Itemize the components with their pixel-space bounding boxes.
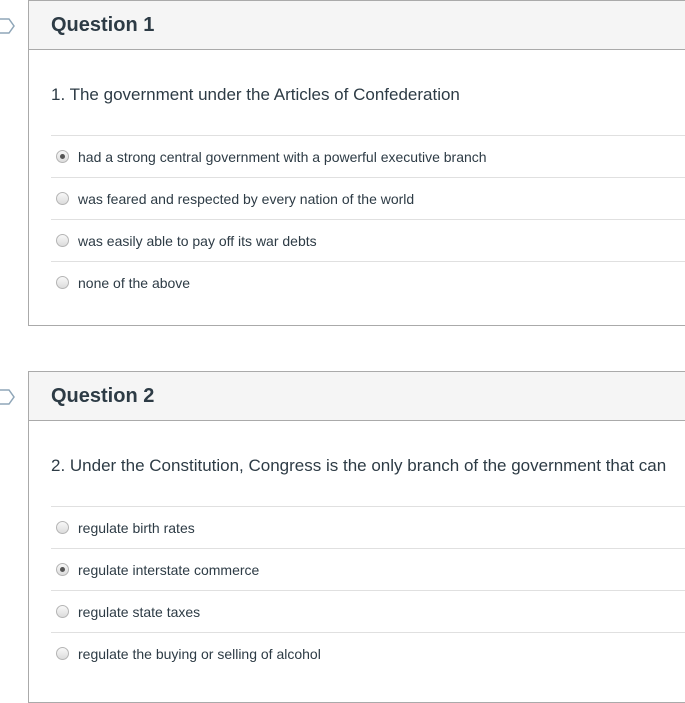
answer-option[interactable]: was easily able to pay off its war debts: [51, 220, 685, 262]
answer-option[interactable]: regulate state taxes: [51, 591, 685, 633]
answer-option[interactable]: regulate the buying or selling of alcoho…: [51, 633, 685, 674]
radio-button[interactable]: [56, 276, 69, 289]
answer-option[interactable]: regulate birth rates: [51, 507, 685, 549]
question-header: Question 2: [29, 372, 685, 421]
radio-button-selected[interactable]: [56, 150, 69, 163]
answer-label[interactable]: was easily able to pay off its war debts: [78, 233, 317, 249]
answer-label[interactable]: was feared and respected by every nation…: [78, 191, 414, 207]
answer-list: regulate birth rates regulate interstate…: [51, 506, 685, 674]
answer-option[interactable]: none of the above: [51, 262, 685, 303]
answer-option[interactable]: regulate interstate commerce: [51, 549, 685, 591]
question-text: 1. The government under the Articles of …: [51, 85, 460, 104]
answer-list: had a strong central government with a p…: [51, 135, 685, 303]
question-header: Question 1: [29, 1, 685, 50]
radio-button[interactable]: [56, 647, 69, 660]
answer-label[interactable]: regulate interstate commerce: [78, 562, 259, 578]
answer-label[interactable]: none of the above: [78, 275, 190, 291]
radio-button[interactable]: [56, 192, 69, 205]
answer-label[interactable]: regulate birth rates: [78, 520, 195, 536]
radio-button-selected[interactable]: [56, 563, 69, 576]
radio-button[interactable]: [56, 234, 69, 247]
answer-option[interactable]: was feared and respected by every nation…: [51, 178, 685, 220]
question-title: Question 2: [51, 384, 155, 407]
answer-label[interactable]: had a strong central government with a p…: [78, 149, 487, 165]
bookmark-flag-icon[interactable]: [0, 18, 16, 34]
question-title: Question 1: [51, 13, 155, 36]
question-card-2: Question 2 2. Under the Constitution, Co…: [28, 371, 685, 703]
answer-option[interactable]: had a strong central government with a p…: [51, 136, 685, 178]
answer-label[interactable]: regulate state taxes: [78, 604, 200, 620]
question-card-1: Question 1 1. The government under the A…: [28, 0, 685, 326]
answer-label[interactable]: regulate the buying or selling of alcoho…: [78, 646, 321, 662]
radio-button[interactable]: [56, 605, 69, 618]
radio-button[interactable]: [56, 521, 69, 534]
bookmark-flag-icon[interactable]: [0, 389, 16, 405]
question-text: 2. Under the Constitution, Congress is t…: [51, 456, 667, 475]
